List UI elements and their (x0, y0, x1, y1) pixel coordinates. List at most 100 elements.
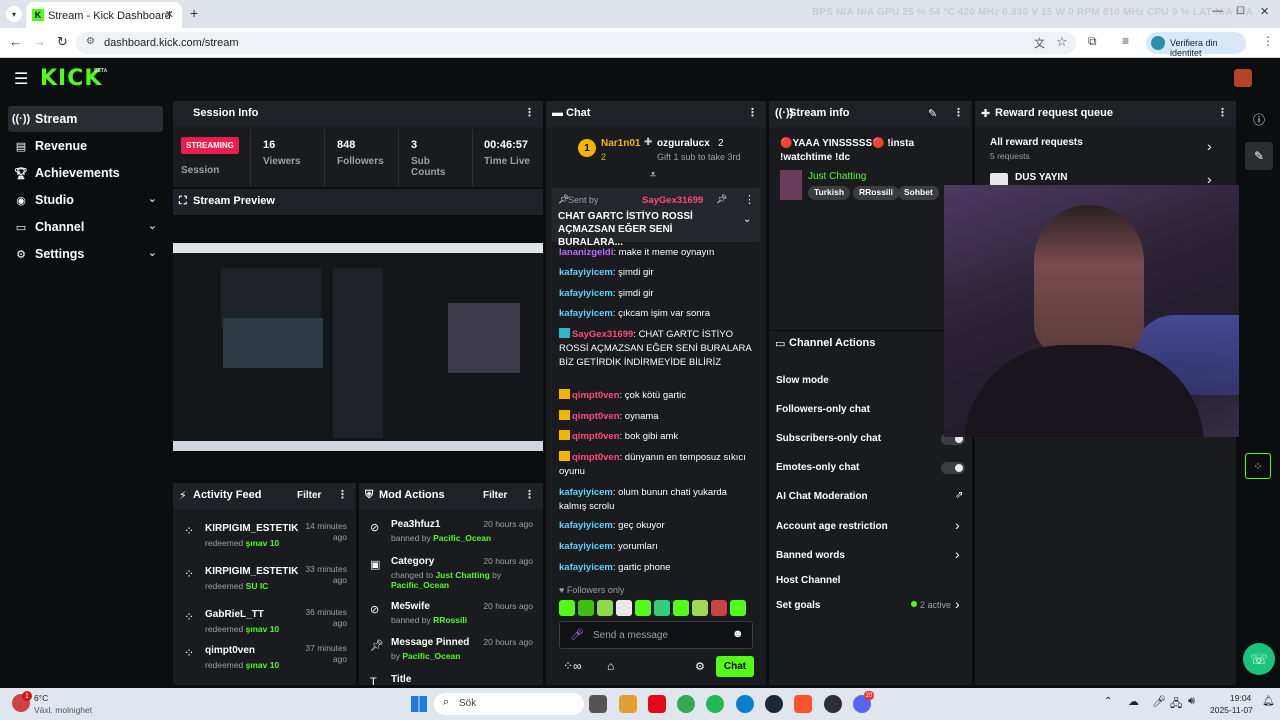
cloud-icon[interactable]: ☁ (1128, 695, 1139, 708)
chat-username[interactable]: kafayiyicem (559, 308, 613, 319)
chat-username[interactable]: kafayiyicem (559, 520, 613, 531)
bell-icon[interactable]: 🔔︎ (1262, 696, 1275, 707)
preview-video[interactable] (173, 243, 543, 451)
chat-username[interactable]: lananizgeldi (559, 247, 613, 258)
mod-action-item[interactable]: T Title (359, 672, 543, 685)
edit-layout-button[interactable]: ✎ (1245, 142, 1273, 170)
network-icon[interactable]: 🖧︎ (1170, 695, 1182, 714)
user-avatar[interactable] (1234, 69, 1252, 87)
sidebar-item-studio[interactable]: ◉ Studio ⌄ (8, 187, 163, 213)
chat-message[interactable]: qimpt0ven: dünyanın en temposuz sıkıcı o… (559, 451, 754, 479)
file-explorer-icon[interactable] (589, 695, 607, 713)
more-icon[interactable]: ⋮ (744, 193, 755, 206)
activity-item[interactable]: ⁘ GabRieL_TT 36 minutes ago redeemed şınav … (173, 607, 356, 647)
chat-message[interactable]: qimpt0ven: oynama (559, 410, 754, 424)
site-info-icon[interactable]: ⚙ (86, 36, 95, 47)
activity-item[interactable]: ⁘ KIRPIGIM_ESTETIK 14 minutes ago redeemed … (173, 521, 356, 561)
sidebar-item-settings[interactable]: ⚙ Settings ⌄ (8, 241, 163, 267)
tray-chevron-icon[interactable]: ⌃ (1104, 696, 1112, 707)
close-tab-icon[interactable]: ✕ (165, 8, 174, 21)
back-icon[interactable]: ← (9, 34, 22, 49)
more-icon[interactable]: ⋮ (337, 488, 348, 501)
pinned-message[interactable]: 📌︎ Sent by SayGex31699 📌︎ ⋮ CHAT GARTC İ… (552, 188, 760, 248)
more-icon[interactable]: ⋮ (524, 106, 535, 119)
more-icon[interactable]: ⋮ (1217, 106, 1228, 119)
chevron-down-icon[interactable]: ⌄ (743, 214, 751, 225)
chat-input[interactable]: 🎤︎ Send a message ☻ (559, 621, 753, 649)
chat-settings-icon[interactable]: ⚙ (695, 660, 705, 673)
emote-icon[interactable] (692, 600, 708, 616)
profile-chip[interactable]: Verifiera din identitet (1146, 32, 1246, 58)
mod-action-item[interactable]: ⊘ Pea3hfuz1 20 hours ago banned by Pacific_… (359, 517, 543, 553)
translate-icon[interactable]: 文 (1034, 35, 1045, 51)
chat-username[interactable]: kafayiyicem (559, 288, 613, 299)
expand-icon[interactable]: ⛶ (179, 195, 187, 208)
channel-action-item[interactable]: Followers-only chat (769, 403, 969, 421)
info-icon[interactable]: ⓘ (1253, 111, 1265, 128)
send-chat-button[interactable]: Chat (716, 656, 754, 677)
chat-message[interactable]: kafayiyicem: geç okuyor (559, 519, 754, 533)
edge-icon[interactable] (736, 695, 754, 713)
emote-icon[interactable] (654, 600, 670, 616)
channel-action-item[interactable]: Host Channel (769, 574, 969, 592)
microphone-icon[interactable]: 🎤︎ (570, 628, 584, 641)
chat-username[interactable]: qimpt0ven (572, 452, 620, 463)
channel-action-item[interactable]: Account age restriction › (769, 517, 969, 538)
netflix-icon[interactable] (648, 695, 666, 713)
hamburger-icon[interactable]: ☰ (14, 69, 28, 89)
kick-points-icon[interactable]: ⁘∞ (563, 659, 582, 673)
more-icon[interactable]: ⋮ (524, 488, 535, 501)
mod-action-item[interactable]: 📌︎ Message Pinned 20 hours ago by Pacific_O… (359, 635, 543, 671)
channel-action-item[interactable]: Slow mode (769, 374, 969, 392)
channel-action-item[interactable]: Set goals 2 active › (769, 596, 969, 617)
minimize-icon[interactable]: — (1212, 5, 1223, 17)
emote-icon[interactable] (559, 600, 575, 616)
address-bar[interactable]: ⚙ dashboard.kick.com/stream 文 ☆ (76, 32, 1076, 54)
emote-icon[interactable] (597, 600, 613, 616)
unpin-icon[interactable]: 📌︎ (716, 194, 727, 205)
chat-message[interactable]: qimpt0ven: çok kötü gartic (559, 389, 754, 403)
volume-icon[interactable]: 🔊︎ (1188, 695, 1195, 708)
category-name[interactable]: Just Chatting (808, 171, 866, 182)
emote-icon[interactable] (730, 600, 746, 616)
browser-tab[interactable]: K Stream - Kick Dashboard ✕ (26, 2, 182, 28)
tab-search-icon[interactable]: ≡ (1122, 34, 1129, 48)
chrome-icon[interactable] (677, 695, 695, 713)
maximize-icon[interactable]: ☐ (1236, 6, 1245, 17)
chat-username[interactable]: qimpt0ven (572, 390, 620, 401)
chat-message[interactable]: kafayiyicem: olum bunun chati yukarda ka… (559, 486, 754, 514)
kick-points-button[interactable]: ⁘ (1245, 453, 1271, 479)
chat-username[interactable]: SayGex31699 (572, 329, 633, 340)
channel-action-item[interactable]: Banned words › (769, 546, 969, 567)
steam-icon[interactable] (765, 695, 783, 713)
reload-icon[interactable]: ↻ (57, 34, 68, 50)
clock-date[interactable]: 2025-11-07 (1210, 705, 1253, 715)
mod-action-item[interactable]: ▣ Category 20 hours ago changed to Just Cha… (359, 554, 543, 590)
obs-icon[interactable] (824, 695, 842, 713)
chat-message[interactable]: kafayiyicem: şimdi gir (559, 287, 754, 301)
chat-username[interactable]: kafayiyicem (559, 562, 613, 573)
chat-username[interactable]: kafayiyicem (559, 541, 613, 552)
chat-username[interactable]: qimpt0ven (572, 431, 620, 442)
extensions-icon[interactable]: ⧉ (1088, 34, 1097, 49)
chat-message[interactable]: kafayiyicem: çıkcam işim var sonra (559, 307, 754, 321)
forward-icon[interactable]: → (33, 34, 46, 49)
spotify-icon[interactable] (706, 695, 724, 713)
chat-message[interactable]: qimpt0ven: bok gibi amk (559, 430, 754, 444)
sidebar-item-channel[interactable]: ▭ Channel ⌄ (8, 214, 163, 240)
channel-action-item[interactable]: AI Chat Moderation ⇗ (769, 490, 969, 508)
activity-item[interactable]: ⁘ KIRPIGIM_ESTETIK 33 minutes ago redeemed … (173, 564, 356, 604)
mod-action-item[interactable]: ⊘ Me5wife 20 hours ago banned by RRossili (359, 599, 543, 635)
channel-action-item[interactable]: Subscribers-only chat (769, 432, 969, 450)
more-icon[interactable]: ⋮ (747, 106, 758, 119)
chat-message[interactable]: kafayiyicem: yorumları (559, 540, 754, 554)
chat-username[interactable]: kafayiyicem (559, 267, 613, 278)
chat-message[interactable]: lananizgeldi: make it meme oynayın (559, 246, 754, 260)
menu-kebab-icon[interactable]: ⋮ (1262, 34, 1274, 48)
activity-item[interactable]: ⁘ qimpt0ven 37 minutes ago redeemed şınav 1… (173, 643, 356, 683)
top-gifter-name[interactable]: Nar1n01 (601, 138, 640, 149)
sidebar-item-achievements[interactable]: 🏆︎ Achievements (8, 160, 163, 186)
chat-message[interactable]: kafayiyicem: gartic phone (559, 561, 754, 575)
chat-username[interactable]: qimpt0ven (572, 411, 620, 422)
clock-time[interactable]: 19:04 (1230, 693, 1251, 703)
